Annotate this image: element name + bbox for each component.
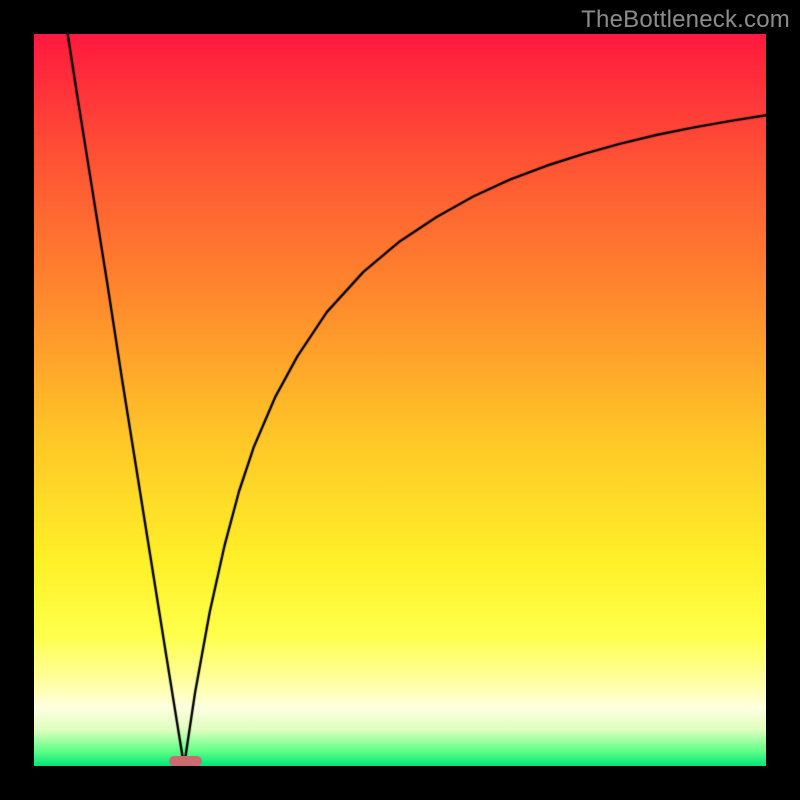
plot-area: [34, 34, 766, 766]
curve-canvas: [34, 34, 766, 766]
watermark-text: TheBottleneck.com: [581, 6, 790, 34]
optimum-marker: [169, 756, 202, 766]
chart-frame: TheBottleneck.com: [0, 0, 800, 800]
